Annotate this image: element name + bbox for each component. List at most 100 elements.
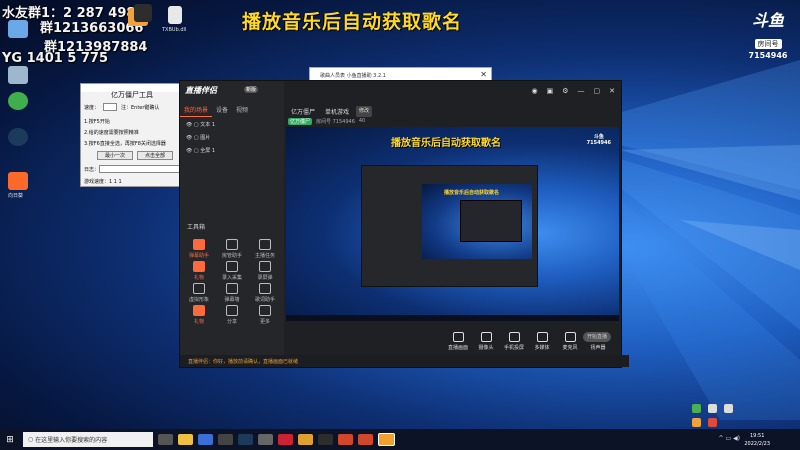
taskbar-clock[interactable]: 19:51 2022/2/23 xyxy=(744,432,770,448)
taskbar-search[interactable]: ○ 在这里输入你要搜索的内容 xyxy=(23,432,153,447)
window-controls: ◉ ▣ ⚙ — ▢ ✕ xyxy=(531,87,615,95)
tool-avatar[interactable]: 虚拟形象 xyxy=(182,283,216,303)
file-icon[interactable] xyxy=(168,6,182,24)
tab-my-scenes[interactable]: 我的场景 xyxy=(180,103,213,117)
app-icon[interactable] xyxy=(198,434,213,445)
user-icon xyxy=(226,239,238,250)
record-icon xyxy=(259,261,271,272)
app-icon[interactable] xyxy=(258,434,273,445)
tool-title: 亿万僵尸工具 xyxy=(111,91,153,99)
close-icon[interactable]: ✕ xyxy=(609,87,615,95)
minimize-once-button[interactable]: 最小一次 xyxy=(97,151,133,160)
scene-item[interactable]: 👁 ▢ 文本 1 xyxy=(186,121,215,128)
camera-button[interactable]: 摄像头 xyxy=(474,332,498,351)
maximize-icon[interactable]: ▢ xyxy=(594,87,601,95)
media-button[interactable]: 多媒体 xyxy=(530,332,554,351)
phone-cast-button[interactable]: 手机投屏 xyxy=(502,332,526,351)
select-all-button[interactable]: 点击全部 xyxy=(137,151,173,160)
streamer-name[interactable]: 亿万僵尸 xyxy=(288,118,313,125)
speed-tool-window[interactable]: 亿万僵尸工具 速度： 注：Enter键确认 1.按F5开始 2.给的速度需要按照… xyxy=(80,83,185,187)
tool-label: 弹幕助手 xyxy=(188,253,209,259)
tab-video[interactable]: 视频 xyxy=(232,103,252,117)
tool-tasks[interactable]: 主播任务 xyxy=(248,239,282,259)
tab-category-1[interactable]: 亿万僵尸 xyxy=(288,106,318,117)
tray-app-icon[interactable] xyxy=(708,404,717,413)
app-brand: 直播伴侣 xyxy=(185,86,217,95)
tool-gift-2[interactable]: 礼物 xyxy=(182,305,216,325)
tool-danmu[interactable]: 弹幕助手 xyxy=(182,239,216,259)
control-label: 直播画面 xyxy=(447,345,468,351)
tool-gift[interactable]: 礼物 xyxy=(182,261,216,281)
tool-record[interactable]: 录屏弹 xyxy=(248,261,282,281)
chrome-icon[interactable] xyxy=(8,92,28,110)
recycle-bin-icon[interactable] xyxy=(8,66,28,84)
steam-icon[interactable] xyxy=(8,128,28,146)
scene-tabs: 我的场景 设备 视频 xyxy=(180,103,284,117)
tool-share[interactable]: 分享 xyxy=(215,305,249,325)
gift-icon[interactable]: ▣ xyxy=(547,87,554,95)
option-3: 3.按F6直接全选，再按F8关闭选择器 xyxy=(84,141,166,147)
log-field[interactable] xyxy=(99,165,181,173)
app-icon[interactable] xyxy=(218,434,233,445)
play-icon xyxy=(536,332,548,342)
tool-lyrics[interactable]: 歌词助手 xyxy=(248,283,282,303)
search-placeholder: 在这里输入你要搜索的内容 xyxy=(35,437,108,444)
tray-app-icon[interactable] xyxy=(724,404,733,413)
screen-capture-button[interactable]: 直播画面 xyxy=(446,332,470,351)
tray-app-icon[interactable] xyxy=(708,418,717,427)
microphone-button[interactable]: 麦克风 xyxy=(558,332,582,351)
scene-item[interactable]: 👁 ▢ 全屏 1 xyxy=(186,147,215,154)
wall-icon xyxy=(226,283,238,294)
scene-item[interactable]: 👁 ▢ 图片 xyxy=(186,134,210,141)
app-sidebar: 直播伴侣 新版 我的场景 设备 视频 👁 ▢ 文本 1 👁 ▢ 图片 👁 ▢ 全… xyxy=(180,81,284,367)
owl-icon[interactable] xyxy=(134,4,152,22)
edit-badge[interactable]: 修改 xyxy=(356,106,373,117)
room-tag: 房间号 xyxy=(754,39,782,49)
explorer-icon[interactable] xyxy=(178,434,193,445)
tray-app-icon[interactable] xyxy=(692,404,701,413)
toolbox-title: 工具箱 xyxy=(187,224,206,231)
app-icon[interactable] xyxy=(298,434,313,445)
minimize-icon[interactable]: — xyxy=(578,87,585,95)
windows-start-icon[interactable]: ⊞ xyxy=(0,435,20,445)
preview-screen[interactable]: 播放音乐后自动获取歌名 斗鱼 7154946 播放音乐后自动获取歌名 xyxy=(286,127,619,321)
scene-item-label: 全屏 1 xyxy=(200,148,216,154)
tool-more[interactable]: 更多 xyxy=(248,305,282,325)
nested-screen: 播放音乐后自动获取歌名 xyxy=(422,184,532,259)
task-view-icon[interactable] xyxy=(158,434,173,445)
speed-input[interactable] xyxy=(103,103,117,111)
tray-app-icon[interactable] xyxy=(692,418,701,427)
microphone-icon xyxy=(564,332,576,342)
tray-icons[interactable]: ^ ▭ ◀) xyxy=(719,435,740,442)
camera-icon xyxy=(480,332,492,342)
live-companion-window[interactable]: 直播伴侣 新版 我的场景 设备 视频 👁 ▢ 文本 1 👁 ▢ 图片 👁 ▢ 全… xyxy=(179,80,629,368)
steam-icon[interactable] xyxy=(238,434,253,445)
tool-capture[interactable]: 录入采集 xyxy=(215,261,249,281)
avatar[interactable]: ◉ xyxy=(531,87,537,95)
close-icon[interactable]: ✕ xyxy=(480,70,487,79)
danmu-icon xyxy=(193,239,205,250)
app-icon[interactable] xyxy=(358,434,373,445)
tool-room-admin[interactable]: 房管助手 xyxy=(215,239,249,259)
computer-icon[interactable] xyxy=(8,20,28,38)
app-icon[interactable] xyxy=(278,434,293,445)
tool-danmu-wall[interactable]: 弹幕墙 xyxy=(215,283,249,303)
tab-devices[interactable]: 设备 xyxy=(212,103,232,117)
douyu-logo: 斗鱼 xyxy=(751,11,784,30)
control-label: 摄像头 xyxy=(478,345,494,351)
tab-category-2[interactable]: 单机游戏 xyxy=(322,106,352,117)
app-icon[interactable] xyxy=(318,434,333,445)
start-live-button[interactable]: 开始直播 xyxy=(583,332,611,342)
nested-headline: 播放音乐后自动获取歌名 xyxy=(444,190,500,196)
app-icon[interactable] xyxy=(378,433,395,446)
app-icon[interactable] xyxy=(338,434,353,445)
sunflower-icon[interactable] xyxy=(8,172,28,190)
control-label: 麦克风 xyxy=(562,345,578,351)
tool-label: 虚拟形象 xyxy=(188,297,209,303)
settings-icon[interactable]: ⚙ xyxy=(562,87,568,95)
control-label: 手机投屏 xyxy=(503,345,524,351)
room-number: 7154946 xyxy=(748,51,788,60)
stream-headline: 播放音乐后自动获取歌名 xyxy=(242,11,463,33)
monitor-icon xyxy=(452,332,464,342)
version-badge[interactable]: 新版 xyxy=(244,86,259,93)
